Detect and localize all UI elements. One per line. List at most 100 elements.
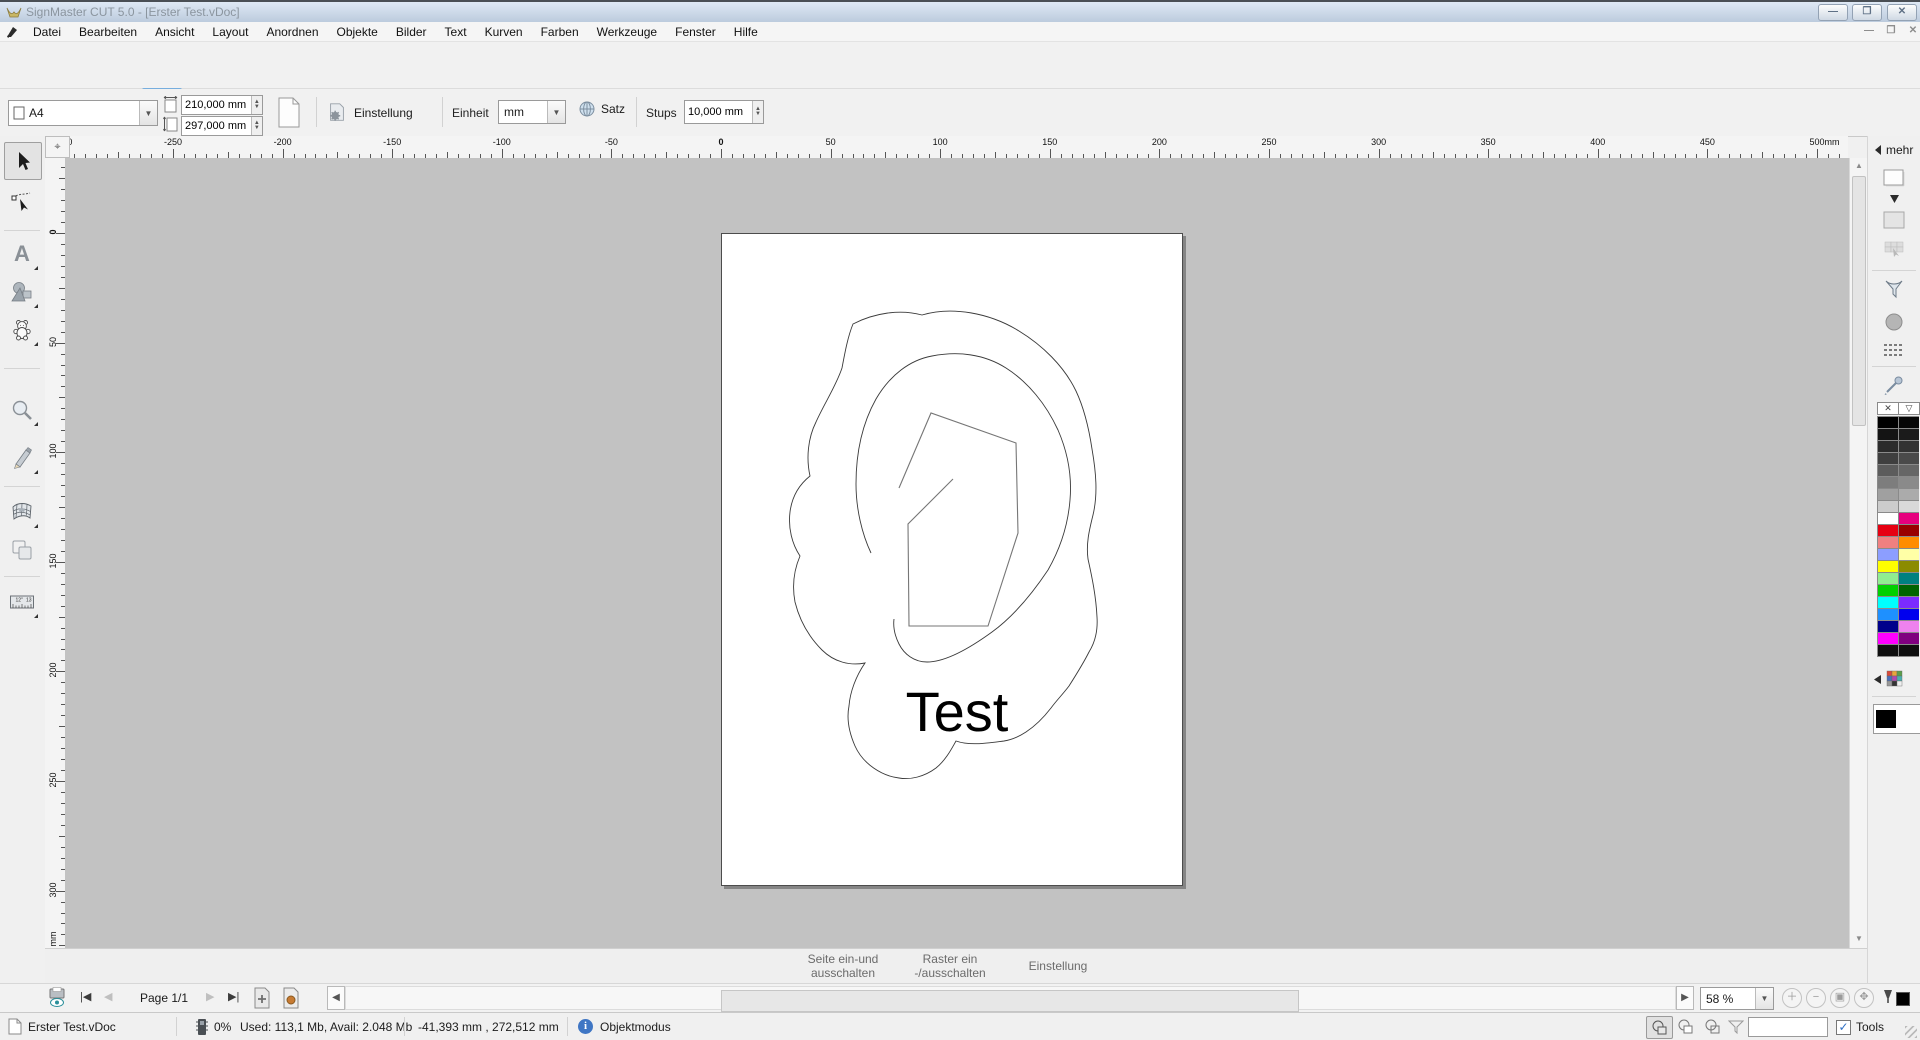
color-swatch[interactable] — [1878, 501, 1898, 512]
document-page[interactable]: Test — [721, 233, 1183, 886]
mdi-restore-icon[interactable]: ❐ — [1882, 24, 1900, 39]
print-preview-icon[interactable] — [46, 987, 70, 1009]
line-style-button[interactable] — [1876, 338, 1912, 362]
page-height-input[interactable] — [182, 120, 251, 132]
color-swatch[interactable] — [1878, 465, 1898, 476]
restore-button[interactable]: ❐ — [1852, 4, 1882, 21]
nudge-field[interactable]: ▲▼ — [684, 100, 764, 124]
nudge-input[interactable] — [685, 106, 752, 118]
menu-layout[interactable]: Layout — [203, 23, 257, 41]
no-color-swatch[interactable]: ✕ — [1878, 403, 1898, 414]
status-input[interactable] — [1748, 1017, 1828, 1037]
menu-hilfe[interactable]: Hilfe — [725, 23, 767, 41]
color-swatch[interactable] — [1899, 621, 1919, 632]
menu-text[interactable]: Text — [436, 23, 476, 41]
vertical-scrollbar[interactable]: ▲ ▼ — [1849, 158, 1867, 948]
unit-dropdown[interactable]: ▼ — [547, 101, 565, 123]
color-swatch[interactable] — [1899, 549, 1919, 560]
zoom-out-button[interactable]: − — [1806, 988, 1826, 1008]
color-swatch[interactable] — [1899, 597, 1919, 608]
color-swatch[interactable] — [1878, 597, 1898, 608]
select-mode-fill-button[interactable] — [1673, 1016, 1698, 1037]
current-stroke-swatch[interactable] — [1896, 992, 1910, 1006]
color-swatch[interactable] — [1878, 585, 1898, 596]
next-page-button[interactable]: ▶ — [206, 990, 214, 1003]
unit-combo[interactable]: mm ▼ — [498, 100, 566, 124]
color-swatch[interactable] — [1878, 417, 1898, 428]
scroll-up-icon[interactable]: ▲ — [1850, 158, 1868, 174]
palette-picker-button[interactable] — [1874, 670, 1904, 688]
color-swatch[interactable] — [1878, 525, 1898, 536]
solid-fill-button[interactable] — [1876, 308, 1912, 336]
tool-clipart[interactable] — [4, 312, 40, 348]
tools-checkbox[interactable]: ✓ — [1836, 1020, 1851, 1035]
color-swatch[interactable] — [1899, 585, 1919, 596]
close-button[interactable]: ✕ — [1887, 4, 1917, 21]
vertical-ruler[interactable]: 050100150200250300mm — [45, 158, 66, 948]
tool-weld[interactable] — [4, 532, 40, 568]
vertical-scroll-thumb[interactable] — [1852, 176, 1866, 426]
color-swatch[interactable] — [1878, 549, 1898, 560]
tool-shapes[interactable] — [4, 274, 40, 310]
fill-frame-button[interactable] — [1876, 164, 1912, 194]
settings-button[interactable]: Einstellung — [326, 98, 430, 128]
zoom-combo[interactable]: 58 % ▼ — [1700, 987, 1774, 1010]
color-swatch[interactable] — [1878, 573, 1898, 584]
menu-farben[interactable]: Farben — [532, 23, 588, 41]
color-swatch[interactable] — [1899, 537, 1919, 548]
tool-distort[interactable] — [4, 494, 40, 530]
tool-text[interactable]: A — [4, 236, 40, 272]
select-mode-stroke-button[interactable] — [1700, 1016, 1725, 1037]
color-swatch[interactable] — [1899, 453, 1919, 464]
color-swatch[interactable] — [1899, 501, 1919, 512]
menu-anordnen[interactable]: Anordnen — [257, 23, 327, 41]
color-swatch[interactable] — [1878, 477, 1898, 488]
scroll-down-icon[interactable]: ▼ — [1850, 931, 1868, 947]
color-swatch[interactable] — [1899, 573, 1919, 584]
horizontal-scroll-thumb[interactable] — [721, 990, 1299, 1012]
more-button[interactable]: mehr — [1874, 143, 1913, 157]
nudge-spinner[interactable]: ▲▼ — [752, 101, 763, 123]
page-size-combo[interactable]: A4 ▼ — [8, 100, 158, 126]
page-size-dropdown[interactable]: ▼ — [139, 101, 157, 125]
page-width-field[interactable]: ▲▼ — [181, 95, 263, 115]
color-swatch[interactable] — [1899, 525, 1919, 536]
color-swatch[interactable] — [1878, 561, 1898, 572]
strip-settings-button[interactable]: Einstellung — [993, 959, 1123, 973]
page-width-input[interactable] — [182, 99, 251, 111]
color-swatch[interactable] — [1899, 429, 1919, 440]
tool-select[interactable] — [4, 142, 42, 180]
color-swatch[interactable] — [1899, 489, 1919, 500]
mdi-close-icon[interactable]: ✕ — [1904, 24, 1920, 39]
previous-page-button[interactable]: ◀ — [104, 990, 112, 1003]
color-swatch[interactable] — [1899, 561, 1919, 572]
color-swatch[interactable] — [1878, 441, 1898, 452]
zoom-fit-page-button[interactable]: ▣ — [1830, 988, 1850, 1008]
color-swatch[interactable] — [1878, 609, 1898, 620]
pattern-pick-button[interactable] — [1876, 236, 1912, 264]
fill-swatch-button[interactable] — [1876, 206, 1912, 234]
color-swatch[interactable] — [1878, 537, 1898, 548]
hscroll-right-button[interactable]: ▶ — [1676, 986, 1694, 1010]
filter-funnel-icon[interactable] — [1728, 1020, 1744, 1034]
color-swatch[interactable] — [1899, 633, 1919, 644]
orientation-page-icon[interactable] — [276, 96, 302, 129]
polygon-path[interactable] — [899, 413, 1018, 626]
color-swatch[interactable] — [1899, 513, 1919, 524]
color-swatch[interactable] — [1878, 513, 1898, 524]
color-swatch[interactable] — [1878, 453, 1898, 464]
color-swatch[interactable] — [1899, 465, 1919, 476]
color-swatch[interactable] — [1899, 441, 1919, 452]
page-height-spinner[interactable]: ▲▼ — [251, 117, 262, 135]
color-swatch[interactable] — [1878, 645, 1898, 656]
minimize-button[interactable]: — — [1818, 4, 1848, 21]
first-page-button[interactable]: |◀ — [80, 990, 91, 1003]
hscroll-left-button[interactable]: ◀ — [327, 986, 345, 1010]
color-swatch[interactable] — [1878, 489, 1898, 500]
last-page-button[interactable]: ▶| — [228, 990, 239, 1003]
duplicate-page-icon[interactable] — [280, 987, 302, 1009]
select-mode-objects-button[interactable] — [1646, 1016, 1673, 1039]
status-text-input[interactable] — [1749, 1021, 1827, 1033]
add-page-icon[interactable] — [252, 987, 272, 1009]
zoom-dropdown[interactable]: ▼ — [1755, 988, 1773, 1009]
